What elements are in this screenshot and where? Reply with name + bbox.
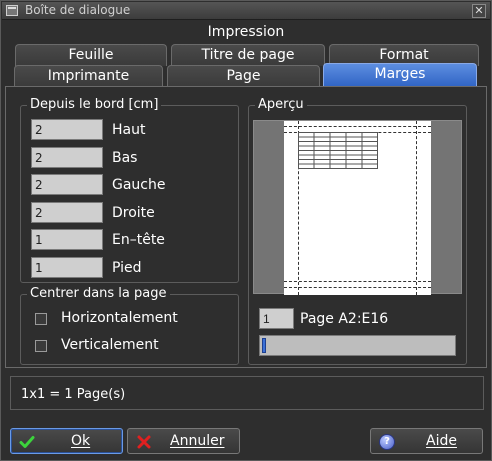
cancel-button[interactable]: Annuler — [127, 428, 240, 454]
preview-page-range-label: Page A2:E16 — [300, 311, 389, 327]
help-icon: ? — [379, 434, 395, 450]
close-button[interactable]: ✕ — [472, 4, 486, 18]
center-group: Centrer dans la page — [20, 286, 239, 365]
ok-button-label: Ok — [71, 433, 91, 449]
cancel-button-label: Annuler — [170, 433, 225, 449]
help-button[interactable]: ? Aide — [370, 428, 483, 454]
tab-page[interactable]: Page — [167, 65, 320, 87]
cross-icon — [136, 434, 152, 450]
preview-group-title: Aperçu — [255, 97, 307, 113]
tab-imprimante[interactable]: Imprimante — [14, 65, 163, 87]
preview-right-margin-line — [416, 121, 417, 295]
margin-right-label: Droite — [112, 205, 155, 221]
margin-header-label: En–tête — [112, 232, 165, 248]
center-group-title: Centrer dans la page — [27, 286, 170, 302]
center-horizontal-label: Horizontalement — [61, 310, 178, 326]
preview-footer-line — [284, 287, 431, 288]
margin-top-field[interactable] — [31, 119, 103, 140]
margin-bottom-field[interactable] — [31, 147, 103, 168]
margin-bottom-label: Bas — [112, 150, 138, 166]
help-button-label: Aide — [426, 433, 457, 449]
ok-button[interactable]: Ok — [10, 428, 123, 454]
page-preview — [253, 120, 462, 295]
margin-footer-label: Pied — [112, 260, 142, 276]
status-text: 1x1 = 1 Page(s) — [21, 387, 126, 402]
status-bar: 1x1 = 1 Page(s) — [10, 376, 484, 410]
preview-page — [284, 121, 431, 295]
center-horizontal-checkbox[interactable] — [35, 313, 47, 325]
margin-left-label: Gauche — [112, 177, 166, 193]
check-icon — [19, 434, 35, 450]
print-dialog-window: Boîte de dialogue ✕ Impression Feuille T… — [0, 0, 492, 461]
title-bar[interactable]: Boîte de dialogue ✕ — [2, 2, 490, 20]
tab-marges[interactable]: Marges — [323, 63, 477, 87]
preview-header-line — [284, 126, 431, 127]
margins-group-title: Depuis le bord [cm] — [27, 97, 162, 113]
tab-titre-de-page[interactable]: Titre de page — [171, 44, 325, 66]
preview-bottom-margin-line — [284, 281, 431, 282]
margin-right-field[interactable] — [31, 202, 103, 223]
center-vertical-checkbox[interactable] — [35, 340, 47, 352]
window-icon — [6, 5, 18, 16]
margin-footer-field[interactable] — [31, 257, 103, 278]
dialog-title: Impression — [207, 24, 285, 40]
center-vertical-label: Verticalement — [61, 337, 159, 353]
window-title: Boîte de dialogue — [25, 3, 131, 17]
preview-cell-grid — [298, 132, 378, 169]
margin-top-label: Haut — [112, 122, 146, 138]
preview-page-slider-thumb[interactable] — [262, 338, 266, 353]
margin-header-field[interactable] — [31, 229, 103, 250]
preview-page-number-field[interactable] — [259, 308, 294, 329]
tab-feuille[interactable]: Feuille — [15, 44, 167, 66]
preview-page-slider[interactable] — [259, 335, 456, 356]
margin-left-field[interactable] — [31, 174, 103, 195]
